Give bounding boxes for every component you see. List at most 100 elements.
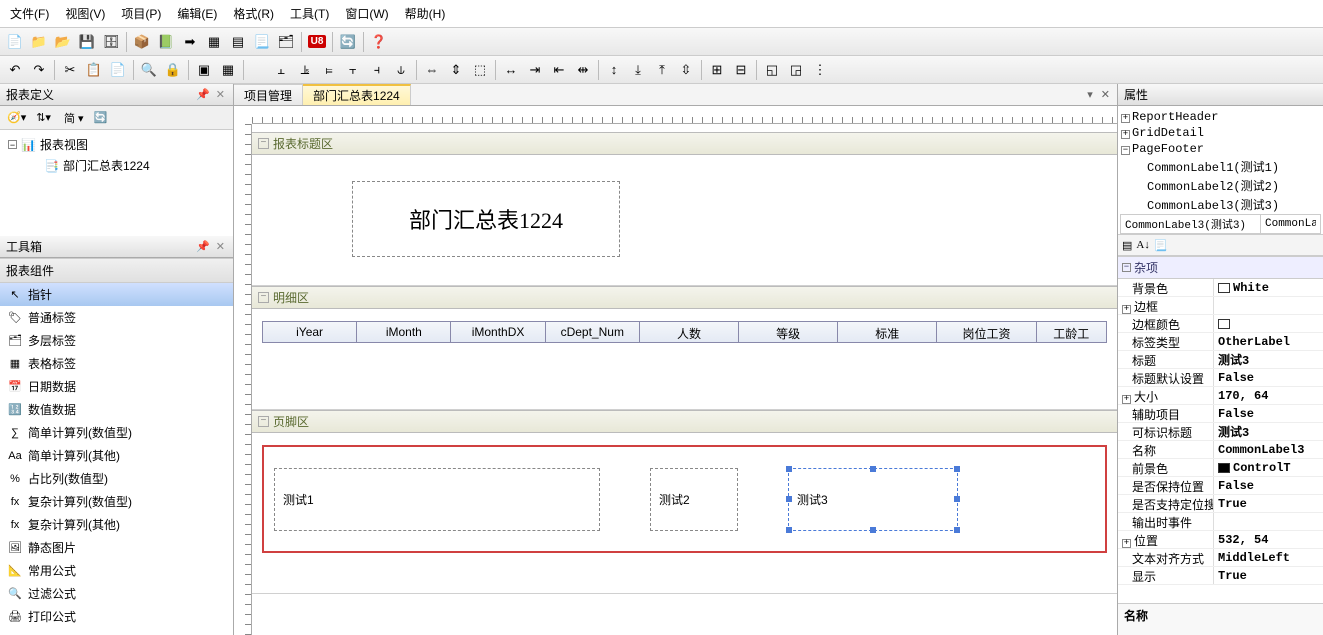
grid-column-header[interactable]: iYear [263,322,357,342]
toolbox-item[interactable]: 🔍过滤公式 [0,582,233,605]
section-header-title[interactable]: − 报表标题区 [252,132,1117,155]
center-v-icon[interactable]: ⊟ [730,59,752,81]
grid-column-header[interactable]: 等级 [739,322,838,342]
toolbox-item[interactable]: 🖼静态图片 [0,536,233,559]
tab-project-mgr[interactable]: 项目管理 [234,84,303,105]
tab-menu-icon[interactable]: ▾ [1084,86,1096,103]
selected-component-combo[interactable] [1120,214,1321,234]
find-icon[interactable]: 🔍 [138,59,160,81]
menu-edit[interactable]: 编辑(E) [171,2,223,25]
grid-column-header[interactable]: 工龄工 [1037,322,1106,342]
resize-handle[interactable] [786,527,792,533]
vspace-inc-icon[interactable]: ⤓ [627,59,649,81]
help-icon[interactable]: ❓ [368,31,390,53]
send-back-icon[interactable]: ◲ [785,59,807,81]
align-right-icon[interactable]: ⫢ [318,59,340,81]
hspace-dec-icon[interactable]: ⇤ [548,59,570,81]
menu-tools[interactable]: 工具(T) [284,2,335,25]
category-misc[interactable]: −杂项 [1118,256,1323,279]
layout1-icon[interactable]: ▣ [193,59,215,81]
collapse-icon[interactable]: − [258,292,269,303]
toolbox-item[interactable]: 🔢数值数据 [0,398,233,421]
common-label-1[interactable]: 测试1 [274,468,600,531]
properties-icon[interactable]: 📃 [1154,239,1168,252]
toolbox-item[interactable]: ▦表格标签 [0,352,233,375]
grid-column-header[interactable]: iMonth [357,322,451,342]
toolbox-item[interactable]: fx复杂计算列(数值型) [0,490,233,513]
collapse-icon[interactable]: − [1121,146,1130,155]
tree-node-label2[interactable]: CommonLabel2(测试2) [1121,176,1320,195]
resize-handle[interactable] [954,496,960,502]
undo-icon[interactable]: ↶ [4,59,26,81]
toolbox-item[interactable]: %占比列(数值型) [0,467,233,490]
toolbox-item[interactable]: 🖨打印公式 [0,605,233,628]
close-icon[interactable]: ✕ [214,240,227,253]
sort-icon[interactable]: ⇅▾ [33,110,54,125]
report-tree[interactable]: − 📊 报表视图 📑 部门汇总表1224 [0,130,233,236]
same-width-icon[interactable]: ⇔ [421,59,443,81]
tree-root[interactable]: − 📊 报表视图 [4,134,229,155]
common-label-3[interactable]: 测试3 [788,468,958,531]
tree-node-1[interactable]: 📑 部门汇总表1224 [4,155,229,176]
tree-node-label3[interactable]: CommonLabel3(测试3) [1121,195,1320,214]
open-icon[interactable]: 📂 [52,31,74,53]
expand-icon[interactable]: + [1121,130,1130,139]
categorized-icon[interactable]: ▤ [1122,239,1132,252]
cut-icon[interactable]: ✂ [59,59,81,81]
close-icon[interactable]: ✕ [214,88,227,101]
align-top-icon[interactable]: ⫟ [342,59,364,81]
paste-icon[interactable]: 📄 [107,59,129,81]
layout-icon[interactable]: ▦ [203,31,225,53]
grid-column-header[interactable]: iMonthDX [451,322,545,342]
collapse-icon[interactable]: − [258,138,269,149]
save-all-icon[interactable]: 🗄 [100,31,122,53]
copy-icon[interactable]: 📋 [83,59,105,81]
menu-help[interactable]: 帮助(H) [399,2,452,25]
common-label-2[interactable]: 测试2 [650,468,738,531]
toolbox-item[interactable]: 🏷普通标签 [0,306,233,329]
align-bottom-icon[interactable]: ⫝ [390,59,412,81]
alphabetical-icon[interactable]: A↓ [1136,239,1149,251]
vspace-rem-icon[interactable]: ⇳ [675,59,697,81]
folder2-icon[interactable]: 🗂 [275,31,297,53]
hspace-inc-icon[interactable]: ⇥ [524,59,546,81]
menu-project[interactable]: 项目(P) [115,2,167,25]
add-icon[interactable]: 📗 [155,31,177,53]
u8-icon[interactable]: U8 [306,31,328,53]
layout2-icon[interactable]: ▦ [217,59,239,81]
save-icon[interactable]: 💾 [76,31,98,53]
folder-icon[interactable]: 📁 [28,31,50,53]
menu-format[interactable]: 格式(R) [227,2,280,25]
grid-column-header[interactable]: 人数 [640,322,739,342]
refresh-icon[interactable]: 🔄 [337,31,359,53]
toolbox-section-header[interactable]: 报表组件 [0,258,233,283]
grid-column-header[interactable]: 岗位工资 [937,322,1036,342]
tab-close-icon[interactable]: ✕ [1098,86,1113,103]
redo-icon[interactable]: ↷ [28,59,50,81]
new-icon[interactable]: 📄 [4,31,26,53]
same-height-icon[interactable]: ⇕ [445,59,467,81]
project-icon[interactable]: 📦 [131,31,153,53]
tree-icon[interactable]: 🧭▾ [4,110,29,125]
expand-icon[interactable]: + [1121,114,1130,123]
bring-front-icon[interactable]: ◱ [761,59,783,81]
align-center-icon[interactable]: ⫡ [294,59,316,81]
vspace-dec-icon[interactable]: ⤒ [651,59,673,81]
export-icon[interactable]: ➡ [179,31,201,53]
doc-icon[interactable]: 📃 [251,31,273,53]
toolbox-item[interactable]: 📐常用公式 [0,559,233,582]
grid-column-header[interactable]: 标准 [838,322,937,342]
component-name-input[interactable] [1121,215,1260,233]
toolbox-item[interactable]: ↖指针 [0,283,233,306]
resize-handle[interactable] [870,466,876,472]
tab-report[interactable]: 部门汇总表1224 [303,84,411,105]
center-h-icon[interactable]: ⊞ [706,59,728,81]
menu-window[interactable]: 窗口(W) [339,2,394,25]
resize-handle[interactable] [786,466,792,472]
align-middle-icon[interactable]: ⫞ [366,59,388,81]
report-designer[interactable]: − 报表标题区 部门汇总表1224 − 明细区 iYeariMonthiMont… [234,106,1117,635]
lock-icon[interactable]: 🔒 [162,59,184,81]
toolbox-item[interactable]: ∑简单计算列(数值型) [0,421,233,444]
toolbox-item[interactable]: 📅日期数据 [0,375,233,398]
menu-view[interactable]: 视图(V) [59,2,111,25]
